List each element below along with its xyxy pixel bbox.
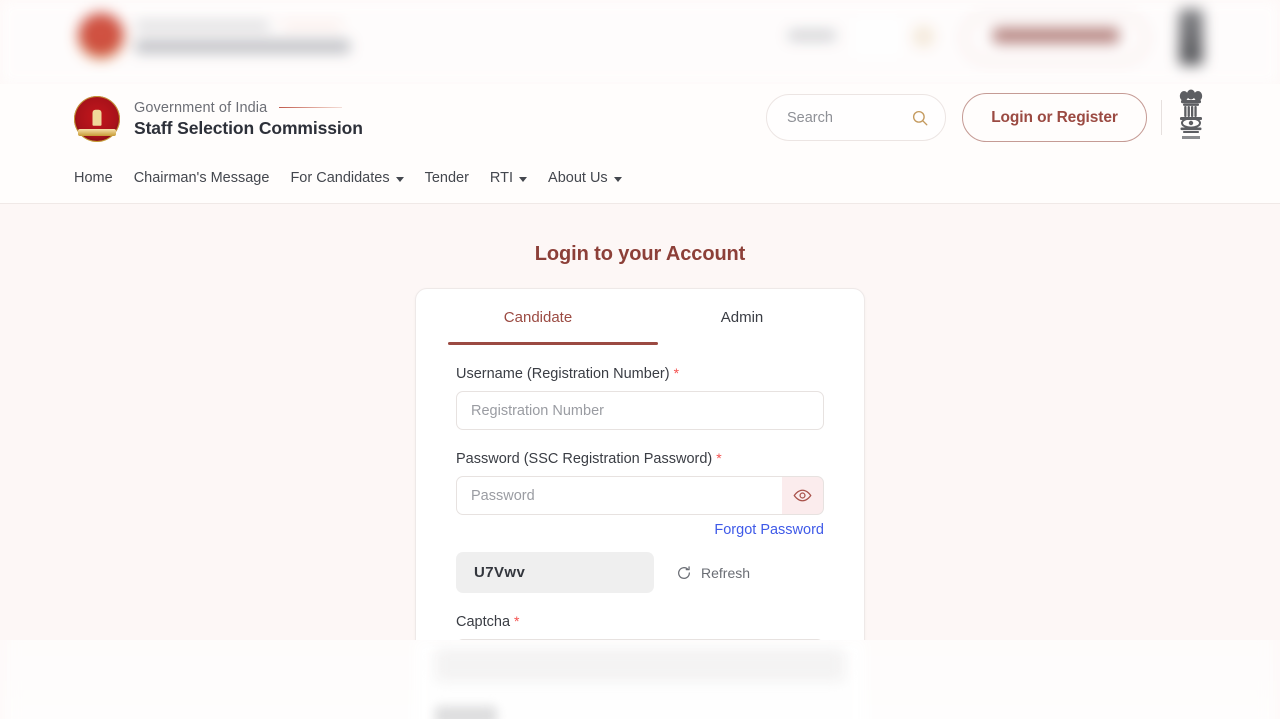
nav-item-label: Chairman's Message <box>133 170 270 186</box>
nav-item-label: Home <box>74 170 113 186</box>
tab-admin[interactable]: Admin <box>640 289 844 345</box>
search-box[interactable] <box>766 94 946 141</box>
forgot-password-link[interactable]: Forgot Password <box>714 522 824 538</box>
tab-label: Admin <box>720 308 764 326</box>
chevron-down-icon <box>613 176 622 182</box>
nav-item-label: RTI <box>489 170 514 186</box>
username-label: Username (Registration Number) * <box>456 365 824 382</box>
header-divider <box>1161 100 1162 135</box>
ghost-logo-icon <box>78 13 124 59</box>
captcha-field-group: Captcha * <box>436 613 844 678</box>
required-marker: * <box>514 613 520 629</box>
ghost-login-label <box>993 28 1119 43</box>
chevron-down-icon <box>519 176 528 182</box>
ghost-emblem-icon <box>1179 9 1203 65</box>
nav-item-tender[interactable]: Tender <box>425 170 469 186</box>
nav-item-label: For Candidates <box>290 170 390 186</box>
ghost-search-text <box>788 30 836 41</box>
refresh-captcha-button[interactable]: Refresh <box>676 565 750 581</box>
password-input-wrapper <box>456 476 824 515</box>
tab-label: Candidate <box>503 308 573 326</box>
ssc-emblem-logo-icon <box>74 96 120 142</box>
forgot-password-row: Forgot Password <box>456 522 824 538</box>
main-navigation: Home Chairman's Message For Candidates T… <box>0 153 1280 204</box>
ghost-search-icon <box>915 28 932 45</box>
password-label-text: Password (SSC Registration Password) <box>456 451 713 467</box>
password-label: Password (SSC Registration Password) * <box>456 450 824 467</box>
nav-item-rti[interactable]: RTI <box>489 170 528 186</box>
main-content: Login to your Account Candidate Admin Us… <box>0 204 1280 719</box>
ghost-gov-line <box>135 21 270 30</box>
ghost-search-box <box>852 16 902 58</box>
captcha-label-text: Captcha <box>456 614 511 630</box>
blurred-header-overlay <box>0 0 1280 85</box>
tab-candidate[interactable]: Candidate <box>436 289 640 345</box>
login-tabs: Candidate Admin <box>436 289 844 345</box>
government-of-india-label: Government of India <box>134 99 268 116</box>
nav-item-about-us[interactable]: About Us <box>548 170 622 186</box>
nav-item-home[interactable]: Home <box>74 170 113 186</box>
required-marker: * <box>673 365 680 381</box>
chevron-down-icon <box>395 176 404 182</box>
refresh-icon <box>678 565 690 579</box>
captcha-label: Captcha * <box>456 613 824 630</box>
page-title: Login to your Account <box>534 243 746 265</box>
required-marker: * <box>716 450 722 466</box>
captcha-image-group: U7Vwv Refresh <box>436 552 844 593</box>
password-input[interactable] <box>456 476 782 515</box>
captcha-image: U7Vwv <box>456 552 654 593</box>
login-card: Candidate Admin Username (Registration N… <box>415 288 865 719</box>
active-tab-indicator <box>448 342 658 345</box>
nav-item-label: About Us <box>548 170 608 186</box>
login-or-register-button[interactable]: Login or Register <box>962 93 1147 142</box>
login-page: Government of India Staff Selection Comm… <box>0 0 1280 719</box>
search-icon[interactable] <box>911 109 929 127</box>
nav-item-for-candidates[interactable]: For Candidates <box>290 170 404 186</box>
ghost-org-line <box>135 40 350 53</box>
organization-title: Staff Selection Commission <box>134 117 363 138</box>
nav-item-chairmans-message[interactable]: Chairman's Message <box>134 170 270 186</box>
search-input[interactable] <box>787 109 911 126</box>
captcha-row: U7Vwv Refresh <box>456 552 824 593</box>
nav-item-label: Tender <box>424 170 469 186</box>
refresh-label: Refresh <box>701 564 751 581</box>
toggle-password-visibility-button[interactable] <box>782 476 824 515</box>
brand-rule <box>279 106 343 109</box>
ghost-rule <box>282 24 342 27</box>
captcha-input[interactable] <box>456 639 824 678</box>
username-label-text: Username (Registration Number) <box>456 366 670 382</box>
password-field-group: Password (SSC Registration Password) * F… <box>436 450 844 538</box>
username-field-group: Username (Registration Number) * <box>436 365 844 430</box>
eye-icon <box>793 489 812 502</box>
username-input[interactable] <box>456 391 824 430</box>
ashoka-emblem-icon <box>1179 89 1203 139</box>
brand[interactable]: Government of India Staff Selection Comm… <box>74 96 363 142</box>
